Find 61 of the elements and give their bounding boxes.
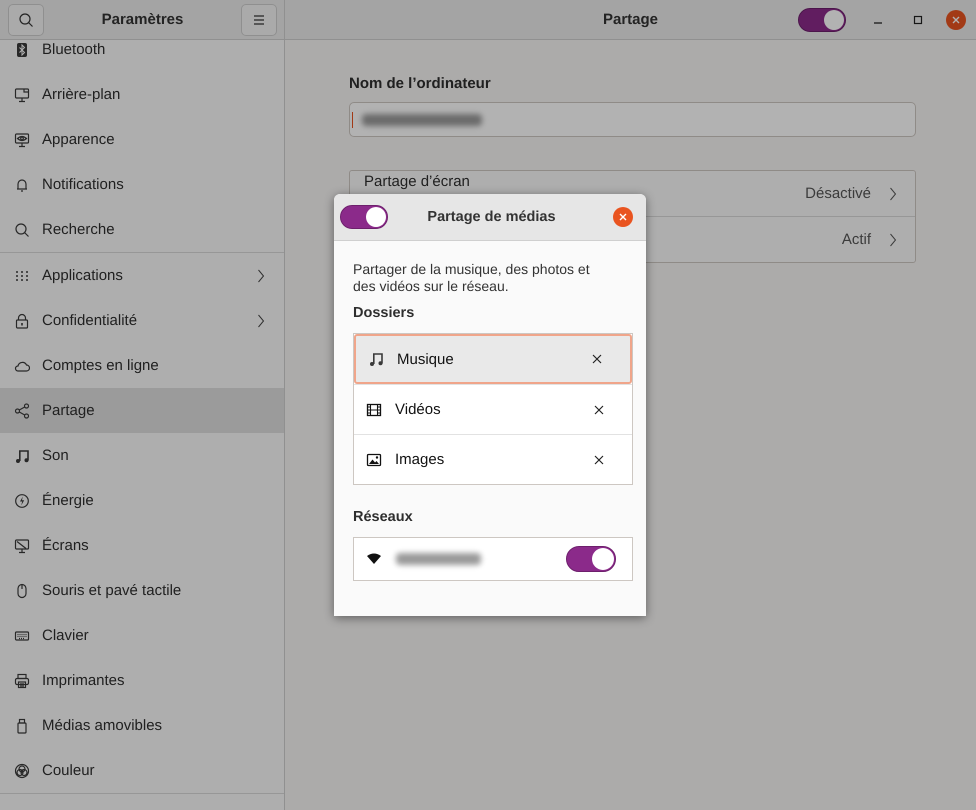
dialog-description: Partager de la musique, des photos et des vidéos sur le réseau.	[353, 261, 591, 295]
sidebar-item[interactable]: Énergie	[0, 478, 284, 523]
sidebar-item[interactable]: Recherche	[0, 207, 284, 252]
sidebar-title: Paramètres	[102, 11, 184, 28]
lock-icon	[14, 312, 30, 328]
chevron-right-icon	[889, 232, 897, 246]
dialog-title: Partage de médias	[427, 209, 556, 225]
chevron-right-icon	[889, 186, 897, 200]
image-icon	[366, 452, 382, 468]
music-note-icon	[368, 351, 384, 367]
menu-icon	[252, 12, 266, 26]
music-note-icon	[14, 448, 30, 464]
toggle-switch[interactable]	[798, 8, 846, 32]
power-icon	[14, 492, 30, 508]
service-label: Partage d’écran	[364, 174, 471, 190]
sidebar-item[interactable]: Partage	[0, 388, 284, 433]
sidebar-item[interactable]: Applications	[0, 253, 284, 298]
remove-icon[interactable]	[594, 404, 604, 414]
search-icon	[14, 222, 30, 238]
monitor-icon	[14, 86, 30, 102]
sidebar-item[interactable]: Imprimantes	[0, 658, 284, 703]
sidebar-item[interactable]: Confidentialité	[0, 298, 284, 343]
color-circles-icon	[14, 762, 30, 778]
film-icon	[366, 402, 382, 418]
search-button[interactable]	[8, 4, 44, 36]
sidebar-item[interactable]: Souris et pavé tactile	[0, 568, 284, 613]
monitor-icon	[14, 132, 30, 148]
remove-icon[interactable]	[592, 354, 602, 364]
sidebar-item[interactable]: Son	[0, 433, 284, 478]
share-icon	[14, 402, 30, 418]
folder-row[interactable]: Musique	[354, 334, 632, 384]
sidebar-item[interactable]: Couleur	[0, 748, 284, 793]
sidebar-item[interactable]: Arrière-plan	[0, 72, 284, 117]
monitor-icon	[14, 538, 30, 554]
wifi-icon	[366, 552, 382, 566]
section-label: Nom de l’ordinateur	[349, 75, 492, 92]
toggle-switch[interactable]	[340, 205, 388, 229]
close-icon[interactable]	[613, 207, 633, 227]
sidebar-item[interactable]: Clavier	[0, 613, 284, 658]
sidebar-item[interactable]: Comptes en ligne	[0, 343, 284, 388]
remove-icon[interactable]	[594, 454, 604, 464]
search-icon	[18, 12, 34, 28]
close-icon[interactable]	[946, 10, 966, 30]
sidebar-item[interactable]: Écrans	[0, 523, 284, 568]
section-heading: Réseaux	[353, 509, 414, 525]
menu-button[interactable]	[240, 4, 277, 36]
sidebar-item[interactable]: Médias amovibles	[0, 703, 284, 748]
folder-row[interactable]: Vidéos	[354, 384, 632, 434]
sidebar-item[interactable]: Notifications	[0, 162, 284, 207]
section-heading: Dossiers	[353, 305, 416, 321]
toggle-switch[interactable]	[566, 546, 616, 572]
service-status: Désactivé	[805, 185, 871, 202]
sidebar-item[interactable]: Bluetooth	[0, 40, 284, 72]
sidebar-item[interactable]: Apparence	[0, 117, 284, 162]
window-title: Partage	[602, 11, 658, 28]
service-status: Actif	[842, 231, 871, 248]
printer-icon	[14, 672, 30, 688]
bell-icon	[14, 176, 30, 192]
text-cursor	[352, 112, 353, 128]
folder-row[interactable]: Images	[354, 434, 632, 484]
input-field[interactable]	[349, 102, 916, 137]
